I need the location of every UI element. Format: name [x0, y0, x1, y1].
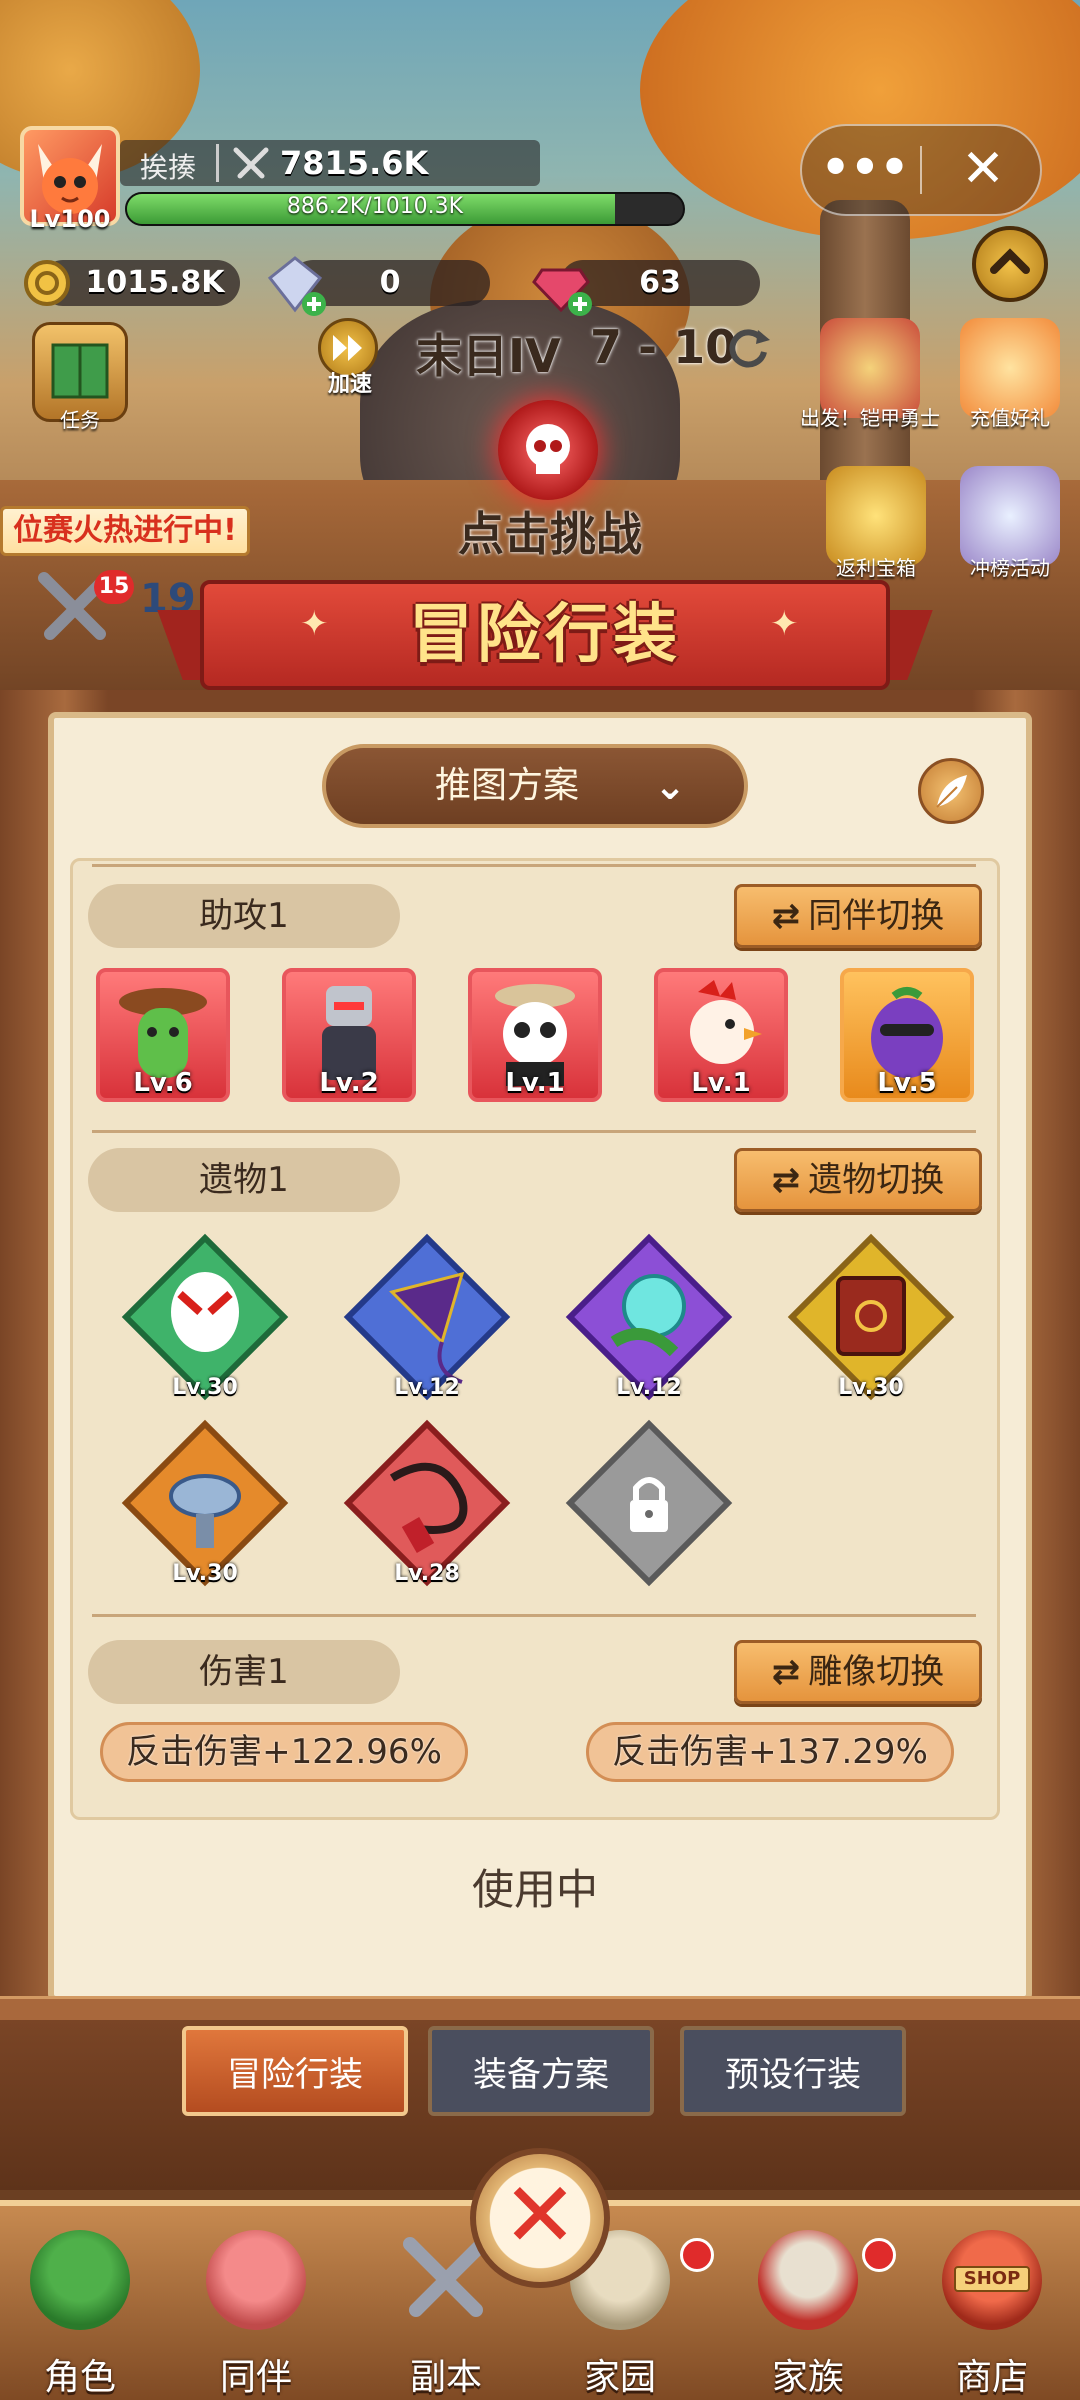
mushroom-icon	[30, 2230, 130, 2330]
crystal-icon	[267, 256, 326, 316]
partner-level: Lv.1	[691, 1068, 751, 1098]
page-title: 冒险行装	[409, 598, 681, 672]
gold-value: 1015.8K	[85, 265, 225, 300]
nav-partner-label: 同伴	[219, 2357, 292, 2398]
refresh-icon[interactable]	[722, 322, 774, 374]
relic-slot-2[interactable]: Lv.12	[342, 1232, 512, 1402]
tab-equipment-scheme[interactable]: 装备方案	[428, 2026, 654, 2116]
close-miniprogram-button[interactable]: ✕	[928, 132, 1038, 208]
stage-progress: 7 - 10	[590, 320, 738, 374]
more-menu-button[interactable]: •••	[810, 132, 920, 208]
chevron-up-icon	[990, 248, 1030, 274]
partner-level: Lv.2	[319, 1068, 379, 1098]
partner-level: Lv.1	[505, 1068, 565, 1098]
close-panel-button[interactable]: ✕	[470, 2148, 610, 2288]
tab-rail	[0, 1996, 1080, 2020]
relic-level: Lv.30	[172, 1561, 238, 1586]
divider	[92, 1130, 976, 1133]
scheme-label: 推图方案	[434, 765, 579, 806]
crossed-swords-icon	[233, 147, 269, 179]
switch-statue-button[interactable]: ⇄ 雕像切换	[734, 1640, 982, 1704]
divider	[216, 144, 219, 182]
rank-event-icon[interactable]	[960, 466, 1060, 566]
partner-slot-2[interactable]: Lv.2	[282, 968, 416, 1102]
relic-slot-locked[interactable]	[564, 1418, 734, 1588]
assist-tag: 助攻1	[88, 884, 400, 948]
switch-partner-button[interactable]: ⇄ 同伴切换	[734, 884, 982, 948]
recharge-gift-label: 充值好礼	[970, 406, 1050, 430]
challenge-boss-button[interactable]	[498, 400, 598, 500]
relic-level: Lv.12	[616, 1375, 682, 1400]
damage-tag: 伤害1	[88, 1640, 400, 1704]
relic-level: Lv.30	[838, 1375, 904, 1400]
rank-event-label: 冲榜活动	[970, 556, 1050, 580]
swap-icon: ⇄	[771, 1160, 801, 1200]
event-banner-text: 位赛火热进行中!	[13, 513, 237, 548]
event-banner[interactable]: 位赛火热进行中!	[0, 506, 250, 556]
divider	[92, 864, 976, 867]
swap-icon: ⇄	[771, 1652, 801, 1692]
nav-dungeon-label: 副本	[409, 2357, 482, 2398]
nav-shop[interactable]: SHOP 商店	[902, 2230, 1080, 2400]
nav-clan-label: 家族	[771, 2357, 844, 2398]
combat-power: 7815.6K	[280, 144, 429, 182]
rebate-chest-icon[interactable]	[826, 466, 926, 566]
task-label: 任务	[60, 408, 100, 432]
nav-role-label: 角色	[43, 2357, 116, 2398]
partner-slot-4[interactable]: Lv.1	[654, 968, 788, 1102]
player-name: 挨揍	[140, 151, 197, 184]
rebate-chest-label: 返利宝箱	[836, 556, 916, 580]
home-notification-dot	[680, 2238, 714, 2272]
switch-relic-button[interactable]: ⇄ 遗物切换	[734, 1148, 982, 1212]
notification-badge: 15	[94, 570, 134, 604]
chevron-down-icon: ⌄	[654, 764, 686, 808]
skull-icon	[526, 424, 570, 474]
partner-mushrooms-icon	[206, 2230, 306, 2330]
ruby-gem-icon	[532, 268, 592, 316]
switch-statue-label: 雕像切换	[808, 1652, 945, 1692]
collapse-menu-button[interactable]	[972, 226, 1048, 302]
partner-level: Lv.6	[133, 1068, 193, 1098]
speed-up-label: 加速	[327, 372, 372, 397]
partner-slot-5[interactable]: Lv.5	[840, 968, 974, 1102]
partner-level: Lv.5	[877, 1068, 937, 1098]
tab-adventure-gear[interactable]: 冒险行装	[182, 2026, 408, 2116]
challenge-label: 点击挑战	[458, 507, 642, 561]
relic-level: Lv.28	[394, 1561, 460, 1586]
nav-partner[interactable]: 同伴	[166, 2230, 346, 2400]
switch-partner-label: 同伴切换	[808, 896, 945, 936]
relic-slot-4[interactable]: Lv.30	[786, 1232, 956, 1402]
skull-banner-icon	[758, 2230, 858, 2330]
gold-coin-icon	[24, 260, 70, 306]
relic-tag: 遗物1	[88, 1148, 400, 1212]
clan-notification-dot	[862, 2238, 896, 2272]
relic-slot-3[interactable]: Lv.12	[564, 1232, 734, 1402]
stage-name: 末日IV	[416, 329, 561, 383]
partner-slot-1[interactable]: Lv.6	[96, 968, 230, 1102]
partner-slot-3[interactable]: Lv.1	[468, 968, 602, 1102]
relic-slot-1[interactable]: Lv.30	[120, 1232, 290, 1402]
relic-level: Lv.12	[394, 1375, 460, 1400]
nav-home-label: 家园	[583, 2357, 656, 2398]
relic-level: Lv.30	[172, 1375, 238, 1400]
player-level: Lv100	[29, 205, 111, 233]
switch-relic-label: 遗物切换	[808, 1160, 945, 1200]
nav-role[interactable]: 角色	[0, 2230, 170, 2400]
counter-damage-bonus-2: 反击伤害+137.29%	[586, 1722, 954, 1782]
armor-hero-event-label: 出发！铠甲勇士	[800, 406, 940, 430]
capsule-divider	[920, 146, 922, 194]
swap-icon: ⇄	[771, 896, 801, 936]
in-use-status: 使用中	[471, 1865, 598, 1914]
counter-damage-bonus-1: 反击伤害+122.96%	[100, 1722, 468, 1782]
feather-edit-button[interactable]	[918, 758, 984, 824]
tab-preset-gear[interactable]: 预设行装	[680, 2026, 906, 2116]
lock-icon	[565, 1419, 733, 1587]
hp-text: 886.2K/1010.3K	[286, 194, 464, 219]
shop-sign: SHOP	[954, 2266, 1030, 2292]
feather-icon	[936, 775, 967, 808]
divider	[92, 1614, 976, 1617]
relic-slot-6[interactable]: Lv.28	[342, 1418, 512, 1588]
nav-shop-label: 商店	[955, 2357, 1028, 2398]
relic-slot-5[interactable]: Lv.30	[120, 1418, 290, 1588]
